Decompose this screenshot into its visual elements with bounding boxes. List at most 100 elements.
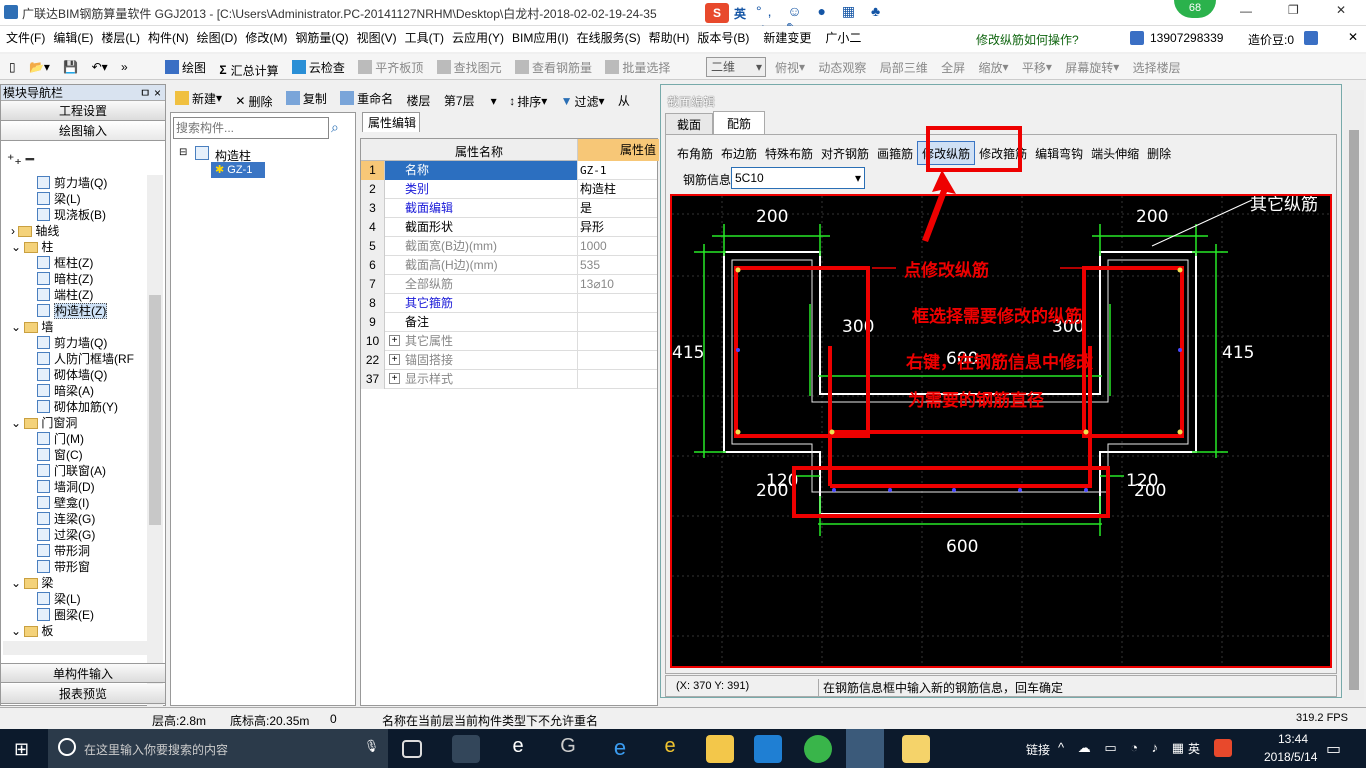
nav-tree-item[interactable]: 门联窗(A) [37, 463, 106, 479]
rebar-info-select[interactable]: 5C10 ▾ [731, 167, 865, 189]
drawing-input-button[interactable]: 绘图输入 [1, 121, 165, 141]
nav-folder[interactable]: ⌄ 板 [11, 623, 53, 639]
menu-item-7[interactable]: 视图(V) [353, 26, 401, 50]
nav-tree-item[interactable]: 梁(L) [37, 191, 81, 207]
tray-ime-label[interactable]: 英 [1188, 740, 1200, 757]
notes-app-icon[interactable] [902, 735, 930, 763]
edge-icon[interactable]: e [606, 735, 634, 763]
nav-tree-item[interactable]: 框柱(Z) [37, 255, 93, 271]
menu-item-8[interactable]: 工具(T) [401, 26, 448, 50]
tree-toggle-icon[interactable]: ⌄ [11, 320, 24, 334]
tree-toggle-icon[interactable]: › [11, 224, 18, 238]
floor-select[interactable]: 第7层 ▾ [439, 89, 501, 113]
property-value[interactable] [577, 332, 657, 351]
property-row[interactable]: 3 截面编辑 是 [361, 199, 657, 218]
property-value[interactable]: 是 [577, 199, 657, 218]
windows-start-icon[interactable]: ⊞ [14, 739, 29, 760]
user-icon[interactable] [1130, 31, 1144, 45]
nav-folder[interactable]: ⌄ 门窗洞 [11, 415, 77, 431]
sort-button[interactable]: ↕ 排序 ▾ [504, 89, 552, 113]
report-preview-button[interactable]: 报表预览 [1, 684, 165, 704]
tray-icons[interactable]: ^ ☁ ▭ ◔ ♪ ▦ [1058, 740, 1189, 756]
property-value[interactable]: GZ-1 [577, 161, 657, 180]
clock-time[interactable]: 13:44 [1278, 732, 1308, 746]
delete-component-button[interactable]: ✕ 删除 [230, 89, 277, 113]
menu-item-15[interactable]: 广小二 [821, 26, 865, 50]
right-scrollbar[interactable] [1344, 90, 1364, 700]
property-value[interactable]: 构造柱 [577, 180, 657, 199]
expand-plus-icon[interactable]: + [389, 335, 400, 346]
section-drawing[interactable]: 200 200 415 415 300 300 600 120 120 200 … [672, 195, 1330, 666]
expand-plus-icon[interactable]: + [389, 354, 400, 365]
property-value[interactable] [577, 370, 657, 389]
task-view-icon[interactable] [402, 740, 422, 758]
app-green-icon[interactable] [804, 735, 832, 763]
screen-rotate-button[interactable]: 屏幕旋转 ▾ [1060, 55, 1124, 79]
nav-tree-item[interactable]: 剪力墙(Q) [37, 335, 107, 351]
tab-section[interactable]: 截面 [665, 113, 713, 135]
nav-tree-item[interactable]: 暗柱(Z) [37, 271, 93, 287]
file-explorer-icon[interactable] [706, 735, 734, 763]
top-view-button[interactable]: 俯视 ▾ [770, 55, 810, 79]
property-row[interactable]: 7 全部纵筋 13⌀10 [361, 275, 657, 294]
nav-tree-item[interactable]: 砌体墙(Q) [37, 367, 107, 383]
tray-sogou-icon[interactable] [1214, 739, 1232, 757]
fullscreen-button[interactable]: 全屏 [936, 55, 970, 79]
from-button[interactable]: 从 [613, 89, 635, 113]
nav-tree-item[interactable]: 现浇板(B) [37, 207, 106, 223]
tree-toggle-icon[interactable]: ⌄ [11, 240, 24, 254]
rebar-tool-button[interactable]: 删除 [1143, 141, 1175, 165]
dynamic-view-button[interactable]: 动态观察 [813, 55, 871, 79]
menu-item-9[interactable]: 云应用(Y) [448, 26, 508, 50]
restore-icon[interactable]: ❐ [1288, 3, 1299, 17]
rebar-tool-button[interactable]: 特殊布筋 [761, 141, 817, 165]
nav-tree-item[interactable]: 圈梁(E) [37, 607, 94, 623]
nav-tree-item[interactable]: 窗(C) [37, 447, 83, 463]
nav-tree-item[interactable]: 带形洞 [37, 543, 90, 559]
nav-tree-item[interactable]: 剪力墙(Q) [37, 175, 107, 191]
component-search-box[interactable] [173, 117, 329, 139]
menu-item-14[interactable]: 新建变更 [759, 26, 815, 50]
property-value[interactable]: 13⌀10 [577, 275, 657, 294]
ime-toolbar-icons[interactable]: °, ☺ ● ▦ ♣ ▲ ✎ [756, 3, 906, 36]
nav-tree-item[interactable]: 构造柱(Z) [37, 303, 108, 319]
nav-pin-close-icon[interactable]: ㅁ × [140, 85, 161, 101]
single-component-input-button[interactable]: 单构件输入 [1, 663, 165, 683]
property-row[interactable]: 37 + 显示样式 [361, 370, 657, 389]
active-app-icon[interactable] [846, 729, 884, 768]
nav-tree-item[interactable]: 梁(L) [37, 591, 81, 607]
nav-hscrollbar[interactable] [3, 641, 147, 655]
menu-item-11[interactable]: 在线服务(S) [573, 26, 645, 50]
view-mode-select[interactable]: 二维 ▾ [706, 57, 766, 77]
cloud-check-button[interactable]: 云检查 [287, 55, 350, 79]
property-row[interactable]: 6 截面高(H边)(mm) 535 [361, 256, 657, 275]
nav-tree-item[interactable]: 暗梁(A) [37, 383, 94, 399]
property-row[interactable]: 8 其它箍筋 [361, 294, 657, 313]
nav-tree-item[interactable]: 墙洞(D) [37, 479, 95, 495]
nav-tree-item[interactable]: 端柱(Z) [37, 287, 93, 303]
taskbar-link-label[interactable]: 链接 [1026, 741, 1050, 758]
app-swirl-icon[interactable]: G [554, 735, 582, 763]
rebar-tool-button[interactable]: 对齐钢筋 [817, 141, 873, 165]
property-row[interactable]: 1 名称 GZ-1 [361, 161, 657, 180]
property-row[interactable]: 22 + 锚固搭接 [361, 351, 657, 370]
property-value[interactable] [577, 313, 657, 332]
new-component-button[interactable]: 新建 ▾ [170, 86, 227, 110]
help-link[interactable]: 修改纵筋如何操作? [976, 31, 1079, 48]
info-icon[interactable] [1304, 31, 1318, 45]
nav-tree-item[interactable]: 人防门框墙(RF [37, 351, 134, 367]
ie-legacy-icon[interactable]: e [504, 735, 532, 763]
property-row[interactable]: 9 备注 [361, 313, 657, 332]
save-icon[interactable]: 💾 [58, 55, 83, 79]
taskbar-search[interactable]: 在这里输入你要搜索的内容 🎙 [48, 729, 388, 768]
find-element-button[interactable]: 查找图元 [432, 55, 507, 79]
filter-button[interactable]: ▼ 过滤 ▾ [556, 89, 610, 113]
nav-scroll-thumb[interactable] [149, 295, 161, 525]
tab-rebar[interactable]: 配筋 [713, 111, 765, 135]
property-value[interactable] [577, 294, 657, 313]
property-row[interactable]: 2 类别 构造柱 [361, 180, 657, 199]
batch-select-button[interactable]: 批量选择 [600, 55, 675, 79]
rename-component-button[interactable]: 重命名 [335, 86, 398, 110]
draw-button[interactable]: 绘图 [160, 55, 211, 79]
menu-item-3[interactable]: 构件(N) [144, 26, 193, 50]
